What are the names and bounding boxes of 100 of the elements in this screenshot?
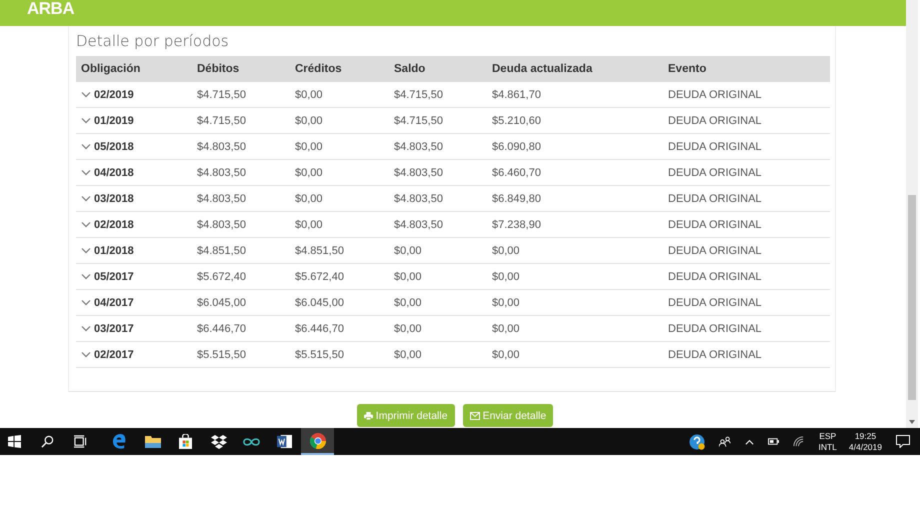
period-cell: 05/2018 (94, 140, 134, 152)
table-cell-text: $0,00 (294, 166, 324, 178)
chevron-down-icon[interactable] (81, 248, 91, 254)
keyboard-layout[interactable]: INTL (818, 442, 837, 452)
period-cell: 02/2017 (94, 348, 134, 360)
battery-icon[interactable] (768, 438, 780, 445)
chevron-down-icon[interactable] (81, 196, 91, 202)
table-cell-text: DEUDA ORIGINAL (667, 166, 763, 178)
table-cell-text: $4.861,70 (491, 88, 542, 100)
table-cell-text: $4.803,50 (196, 192, 247, 204)
table-cell-text: DEUDA ORIGINAL (667, 218, 763, 230)
taskbar-app[interactable] (301, 428, 334, 455)
table-cell-text: $4.803,50 (393, 140, 444, 152)
table-cell-text: $4.715,50 (393, 114, 444, 126)
table-cell-text: $0,00 (294, 192, 324, 204)
windows-start-icon[interactable] (8, 435, 21, 448)
chevron-down-icon[interactable] (81, 326, 91, 332)
dropbox-icon (210, 434, 226, 448)
chevron-down-icon[interactable] (81, 170, 91, 176)
table-cell-text: $5.210,60 (491, 114, 542, 126)
table-cell-text: $6.045,00 (196, 296, 247, 308)
chrome-icon (310, 432, 326, 448)
table-cell-text: $4.715,50 (196, 88, 247, 100)
chevron-down-icon[interactable] (81, 118, 91, 124)
table-cell-text: $0,00 (294, 218, 324, 230)
table-cell-text: DEUDA ORIGINAL (667, 244, 763, 256)
table-cell-text: $5.672,40 (294, 270, 345, 282)
clock-time[interactable]: 19:25 (854, 430, 876, 442)
edge-e-icon (112, 434, 127, 449)
table-cell-text: $4.803,50 (196, 166, 247, 178)
chevron-down-icon[interactable] (81, 352, 91, 358)
table-cell-text: $6.460,70 (491, 166, 542, 178)
section-title: Detalle por períodos (76, 32, 230, 50)
column-header: Obligación (80, 63, 142, 75)
table-cell-text: $4.851,50 (294, 244, 345, 256)
table-cell-text: $0,00 (491, 348, 521, 360)
period-cell: 01/2019 (94, 114, 134, 126)
column-header: Créditos (294, 63, 343, 75)
table-cell-text: $6.090,80 (491, 140, 542, 152)
table-cell-text: $5.515,50 (196, 348, 247, 360)
task-view-icon[interactable] (74, 435, 87, 448)
notification-icon[interactable] (896, 435, 910, 448)
table-cell-text: $5.672,40 (196, 270, 247, 282)
table-cell-text: DEUDA ORIGINAL (667, 322, 763, 334)
table-cell-text: DEUDA ORIGINAL (667, 192, 763, 204)
period-cell: 03/2017 (94, 322, 134, 334)
table-cell-text: $0,00 (393, 322, 423, 334)
printer-icon (364, 412, 373, 420)
period-cell: 01/2018 (94, 244, 134, 256)
table-cell-text: $0,00 (491, 270, 521, 282)
table-cell-text: DEUDA ORIGINAL (667, 140, 763, 152)
table-cell-text: $6.045,00 (294, 296, 345, 308)
column-header: Evento (667, 63, 708, 75)
language-indicator[interactable]: ESP (819, 430, 836, 442)
scrollbar[interactable] (906, 0, 918, 428)
search-icon[interactable] (41, 435, 54, 448)
chevron-down-icon[interactable] (81, 300, 91, 306)
wifi-icon[interactable] (793, 436, 804, 447)
table-cell-text: $0,00 (393, 244, 423, 256)
period-cell: 04/2017 (94, 296, 134, 308)
table-cell-text: $0,00 (491, 296, 521, 308)
caret-up-icon[interactable] (745, 438, 754, 444)
column-header: Deuda actualizada (491, 63, 594, 75)
period-cell: 05/2017 (94, 270, 134, 282)
period-cell: 02/2018 (94, 218, 134, 230)
table-cell-text: $0,00 (294, 114, 324, 126)
folder-icon (144, 434, 160, 448)
table-cell-text: $5.515,50 (294, 348, 345, 360)
table-cell-text: $0,00 (393, 270, 423, 282)
table-cell-text: $4.803,50 (393, 218, 444, 230)
table-cell-text: $0,00 (491, 322, 521, 334)
scroll-down-icon[interactable] (909, 420, 915, 424)
table-cell-text: $6.849,80 (491, 192, 542, 204)
clock-date[interactable]: 4/4/2019 (848, 442, 882, 452)
table-cell-text: DEUDA ORIGINAL (667, 114, 763, 126)
table-cell-text: $6.446,70 (294, 322, 345, 334)
table-cell-text: $0,00 (393, 296, 423, 308)
table-cell-text: $7.238,90 (491, 218, 542, 230)
chevron-down-icon[interactable] (81, 222, 91, 228)
table-cell-text: $4.851,50 (196, 244, 247, 256)
chevron-down-icon[interactable] (81, 92, 91, 98)
people-icon[interactable] (719, 436, 732, 447)
column-header: Débitos (196, 63, 240, 75)
table-cell-text: $0,00 (294, 140, 324, 152)
chevron-down-icon[interactable] (81, 144, 91, 150)
table-cell-text: DEUDA ORIGINAL (667, 348, 763, 360)
table-cell-text: DEUDA ORIGINAL (667, 296, 763, 308)
table-cell-text: $4.803,50 (196, 218, 247, 230)
table-cell-text: DEUDA ORIGINAL (667, 88, 763, 100)
column-header: Saldo (393, 63, 426, 75)
chevron-down-icon[interactable] (81, 274, 91, 280)
table-cell-text: $4.803,50 (393, 166, 444, 178)
envelope-icon (470, 412, 480, 420)
help-icon[interactable] (689, 434, 706, 450)
table-cell-text: $4.715,50 (196, 114, 247, 126)
table-cell-text: $0,00 (294, 88, 324, 100)
table-cell-text: $0,00 (393, 348, 423, 360)
period-cell: 03/2018 (94, 192, 134, 204)
table-cell-text: $4.803,50 (393, 192, 444, 204)
infinity-icon (243, 436, 260, 446)
